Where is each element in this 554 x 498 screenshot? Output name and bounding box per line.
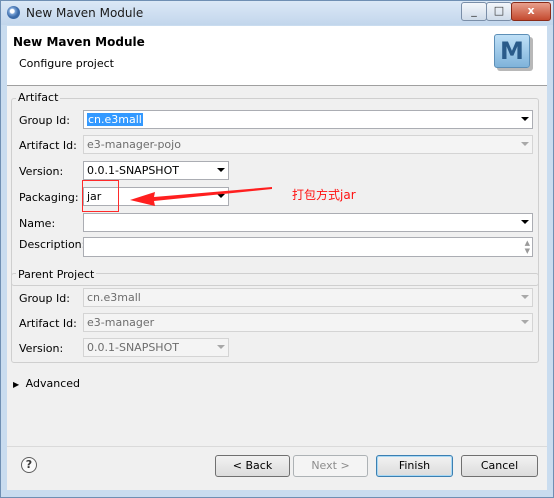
artifact-id-label: Artifact Id: bbox=[19, 139, 77, 152]
parent-group-id-label: Group Id: bbox=[19, 292, 70, 305]
parent-artifact-id-input[interactable]: e3-manager bbox=[83, 313, 533, 332]
maven-logo-icon: M bbox=[491, 32, 533, 72]
version-label: Version: bbox=[19, 165, 64, 178]
chevron-down-icon bbox=[521, 295, 529, 299]
advanced-toggle[interactable]: ▶ Advanced bbox=[13, 377, 80, 390]
button-bar-separator bbox=[7, 446, 547, 447]
artifact-id-value: e3-manager-pojo bbox=[87, 138, 181, 151]
group-id-value: cn.e3mall bbox=[87, 113, 143, 126]
eclipse-icon bbox=[7, 6, 20, 19]
version-select[interactable]: 0.0.1-SNAPSHOT bbox=[83, 161, 229, 180]
chevron-down-icon bbox=[521, 142, 529, 146]
annotation-arrow-shape bbox=[130, 187, 272, 206]
back-button[interactable]: < Back bbox=[215, 455, 290, 477]
advanced-label: Advanced bbox=[25, 377, 80, 390]
chevron-down-icon[interactable] bbox=[217, 168, 225, 172]
cancel-button[interactable]: Cancel bbox=[461, 455, 538, 477]
finish-button[interactable]: Finish bbox=[376, 455, 453, 477]
dialog-window: New Maven Module _ □ x New Maven Module … bbox=[0, 0, 554, 498]
dialog-content: New Maven Module Configure project M Art… bbox=[7, 26, 547, 490]
parent-artifact-id-value: e3-manager bbox=[87, 316, 155, 329]
window-title: New Maven Module bbox=[26, 6, 144, 20]
group-id-label: Group Id: bbox=[19, 114, 70, 127]
annotation-highlight-box bbox=[82, 180, 119, 212]
wizard-subtitle: Configure project bbox=[19, 57, 114, 70]
parent-group-id-value: cn.e3mall bbox=[87, 291, 141, 304]
chevron-down-icon bbox=[521, 320, 529, 324]
name-input[interactable] bbox=[83, 213, 533, 232]
group-id-input[interactable]: cn.e3mall bbox=[83, 110, 533, 129]
chevron-down-icon[interactable] bbox=[521, 117, 529, 121]
packaging-label: Packaging: bbox=[19, 191, 79, 204]
parent-version-select[interactable]: 0.0.1-SNAPSHOT bbox=[83, 338, 229, 357]
version-value: 0.0.1-SNAPSHOT bbox=[87, 164, 179, 177]
parent-artifact-id-label: Artifact Id: bbox=[19, 317, 77, 330]
expand-arrow-icon: ▶ bbox=[13, 380, 20, 389]
parent-group-id-input[interactable]: cn.e3mall bbox=[83, 288, 533, 307]
wizard-header: New Maven Module Configure project M bbox=[7, 26, 547, 86]
next-button[interactable]: Next > bbox=[293, 455, 368, 477]
minimize-button[interactable]: _ bbox=[461, 2, 487, 21]
scrollbar[interactable]: ▲ ▼ bbox=[525, 239, 530, 255]
chevron-down-icon[interactable] bbox=[521, 220, 529, 224]
maximize-button[interactable]: □ bbox=[486, 2, 512, 21]
name-label: Name: bbox=[19, 217, 56, 230]
chevron-down-icon bbox=[217, 345, 225, 349]
artifact-legend: Artifact bbox=[16, 91, 61, 104]
close-button[interactable]: x bbox=[511, 2, 551, 21]
parent-version-value: 0.0.1-SNAPSHOT bbox=[87, 341, 179, 354]
wizard-title: New Maven Module bbox=[13, 35, 145, 49]
title-bar: New Maven Module _ □ x bbox=[1, 1, 553, 25]
parent-version-label: Version: bbox=[19, 342, 64, 355]
artifact-id-input[interactable]: e3-manager-pojo bbox=[83, 135, 533, 154]
help-icon[interactable]: ? bbox=[21, 457, 37, 473]
maven-logo-letter: M bbox=[494, 34, 530, 68]
description-label: Description: bbox=[19, 238, 86, 251]
annotation-text: 打包方式jar bbox=[292, 188, 356, 202]
parent-project-legend: Parent Project bbox=[16, 268, 97, 281]
description-textarea[interactable]: ▲ ▼ bbox=[83, 237, 533, 257]
annotation-arrow-icon bbox=[130, 187, 272, 206]
